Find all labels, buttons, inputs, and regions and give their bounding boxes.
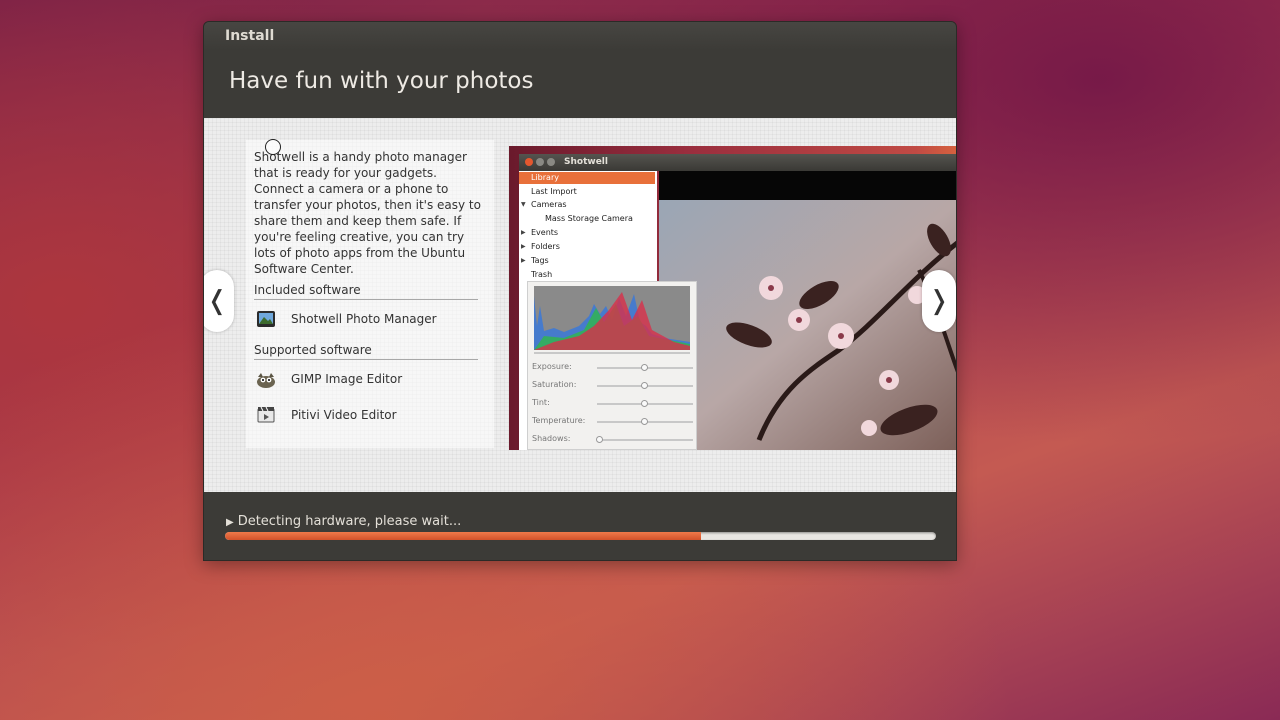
shadows-slider [597,439,693,441]
blossom-photo [659,200,956,450]
slide-header: Have fun with your photos [204,50,956,118]
slide-heading: Have fun with your photos [229,68,534,94]
sidebar-item-events: Events [531,228,559,237]
adjust-panel: Exposure: Saturation: Tint: Temperature:… [527,281,697,450]
sidebar-item-mass-storage: Mass Storage Camera [545,214,633,223]
status-text: Detecting hardware, please wait... [237,514,462,529]
app-label: GIMP Image Editor [291,372,403,386]
adjust-label: Exposure: [532,362,572,371]
adjust-label: Temperature: [532,416,586,425]
collapse-icon: ▶ [521,257,526,264]
sidebar-item-trash: Trash [531,270,553,279]
window-title: Install [204,22,956,50]
close-icon [525,158,533,166]
supported-app-gimp: GIMP Image Editor [255,367,402,391]
supported-app-pitivi: Pitivi Video Editor [255,403,397,427]
shotwell-icon [255,308,277,330]
adjust-label: Saturation: [532,380,577,389]
adjust-label: Shadows: [532,434,571,443]
slider-knob [641,382,648,389]
supported-software-label: Supported software [254,343,478,360]
adjust-label: Tint: [532,398,550,407]
slideshow-content: Shotwell is a handy photo manager that i… [204,118,956,492]
collapse-icon: ▶ [521,243,526,250]
histogram [534,286,690,350]
shotwell-titlebar: Shotwell [519,154,956,171]
included-software-label: Included software [254,283,478,300]
histogram-range [534,352,690,354]
maximize-icon [547,158,555,166]
shotwell-screenshot: Shotwell Library Last Import ▼ Cameras M… [509,146,956,450]
sidebar-item-folders: Folders [531,242,560,251]
install-progress-bar [225,532,936,540]
app-label: Shotwell Photo Manager [291,312,437,326]
sidebar-item-tags: Tags [531,256,549,265]
expand-triangle-icon[interactable]: ▶ [226,517,234,528]
collapse-icon: ▶ [521,229,526,236]
sidebar-item-cameras: Cameras [531,200,567,209]
status-area: ▶ Detecting hardware, please wait... [204,492,956,560]
progress-fill [225,532,702,540]
gimp-icon [255,368,277,390]
installer-window: Install Have fun with your photos Shotwe… [203,21,957,561]
slider-knob [596,436,603,443]
slider-knob [641,400,648,407]
app-label: Pitivi Video Editor [291,408,397,422]
sidebar-item-library: Library [519,172,655,184]
minimize-icon [536,158,544,166]
previous-slide-button[interactable]: ❬ [204,270,234,332]
pitivi-icon [255,404,277,426]
included-app-shotwell: Shotwell Photo Manager [255,307,437,331]
status-toggle[interactable]: ▶ Detecting hardware, please wait... [226,514,461,529]
busy-cursor-icon [265,139,281,155]
photo-toolbar [659,171,956,200]
slider-knob [641,418,648,425]
next-slide-button[interactable]: ❭ [922,270,956,332]
sidebar-item-last-import: Last Import [531,187,577,196]
slider-knob [641,364,648,371]
slide-description: Shotwell is a handy photo manager that i… [254,150,481,276]
shotwell-title: Shotwell [564,157,608,167]
expand-icon: ▼ [521,201,526,208]
